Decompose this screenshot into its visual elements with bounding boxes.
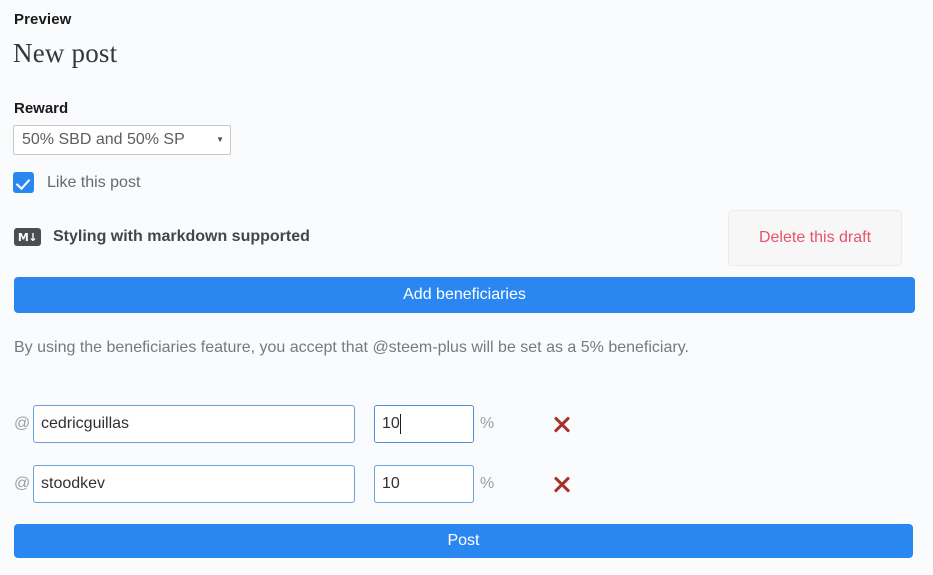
reward-selected-value: 50% SBD and 50% SP [22,132,212,148]
beneficiary-username-input[interactable] [33,405,355,443]
preview-label: Preview [14,11,71,28]
like-this-post-row[interactable]: Like this post [13,172,140,193]
percent-symbol-label: % [480,416,494,432]
delete-draft-button[interactable]: Delete this draft [728,210,902,266]
beneficiary-row: @ % [14,465,573,503]
beneficiary-row: @ % [14,405,573,443]
remove-beneficiary-icon[interactable] [551,473,573,495]
beneficiary-percent-wrap: % [374,405,494,443]
reward-label: Reward [14,100,68,117]
beneficiary-username-input[interactable] [33,465,355,503]
beneficiary-percent-input[interactable] [374,465,474,503]
at-symbol-label: @ [14,476,33,492]
markdown-note-label: Styling with markdown supported [53,229,310,245]
beneficiaries-disclaimer: By using the beneficiaries feature, you … [14,340,689,356]
add-beneficiaries-button[interactable]: Add beneficiaries [14,277,915,313]
like-this-post-checkbox[interactable] [13,172,34,193]
post-button[interactable]: Post [14,524,913,558]
beneficiary-percent-wrap: % [374,465,494,503]
reward-select[interactable]: 50% SBD and 50% SP ▼ [13,125,231,155]
chevron-down-icon: ▼ [216,136,224,144]
beneficiary-percent-input[interactable] [374,405,474,443]
page-title: New post [13,38,117,69]
markdown-note: M↓ Styling with markdown supported [14,228,310,246]
text-cursor [400,414,401,434]
percent-symbol-label: % [480,476,494,492]
markdown-icon: M↓ [14,228,41,246]
at-symbol-label: @ [14,416,33,432]
like-this-post-label: Like this post [47,175,140,191]
remove-beneficiary-icon[interactable] [551,413,573,435]
